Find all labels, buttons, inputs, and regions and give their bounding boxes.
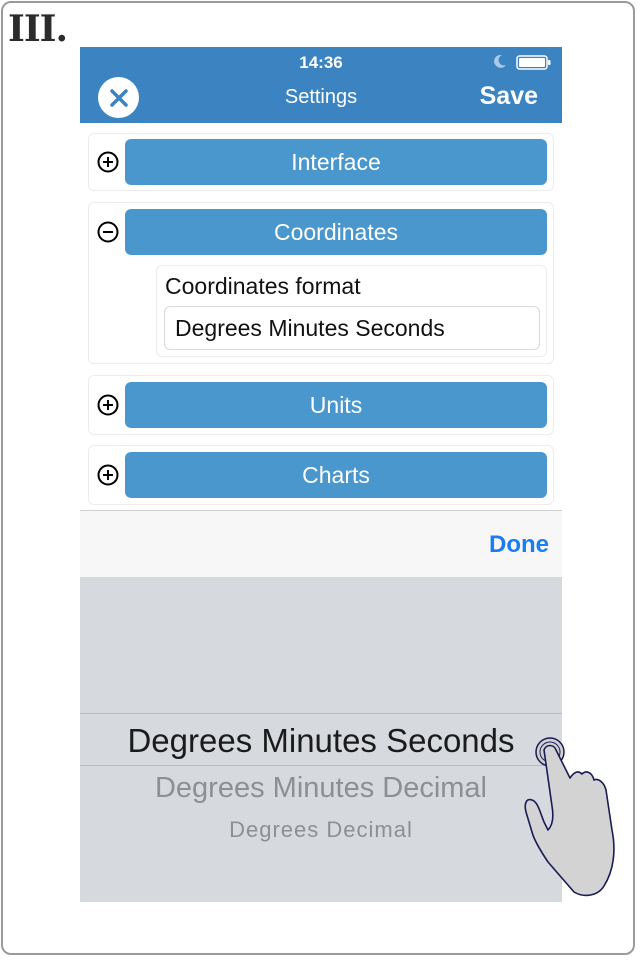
plus-circle-icon[interactable] [97,151,119,173]
phone-screen: 14:36 Settings Save Interface Coordinate… [80,47,562,902]
picker-option-selected[interactable]: Degrees Minutes Seconds [80,722,562,760]
coordinates-format-select[interactable]: Degrees Minutes Seconds [164,306,540,350]
selection-line-top [80,713,562,714]
status-time: 14:36 [299,53,343,72]
tap-hand-icon [524,737,615,897]
plus-circle-icon[interactable] [97,394,119,416]
section-units: Units [88,375,554,435]
save-button[interactable]: Save [480,82,538,111]
picker-toolbar: Done [80,510,562,577]
plus-circle-icon[interactable] [97,464,119,486]
section-button-charts[interactable]: Charts [125,452,547,498]
picker-option[interactable]: Degrees Decimal [80,817,562,843]
minus-circle-icon[interactable] [97,221,119,243]
section-button-units[interactable]: Units [125,382,547,428]
battery-icon [516,55,551,70]
navigation-bar: 14:36 Settings Save [80,47,562,123]
picker-wheel[interactable]: Degrees Minutes Seconds Degrees Minutes … [80,577,562,902]
selection-line-bottom [80,765,562,766]
moon-icon [494,54,506,68]
section-coordinates: Coordinates Coordinates format Degrees M… [88,202,554,364]
coordinates-format-panel: Coordinates format Degrees Minutes Secon… [156,265,547,357]
section-button-coordinates[interactable]: Coordinates [125,209,547,255]
done-button[interactable]: Done [489,531,549,559]
coordinates-format-label: Coordinates format [165,273,361,299]
picker-option[interactable]: Degrees Minutes Decimal [80,772,562,805]
section-charts: Charts [88,445,554,505]
section-button-interface[interactable]: Interface [125,139,547,185]
section-interface: Interface [88,133,554,191]
step-label: III. [8,8,68,50]
